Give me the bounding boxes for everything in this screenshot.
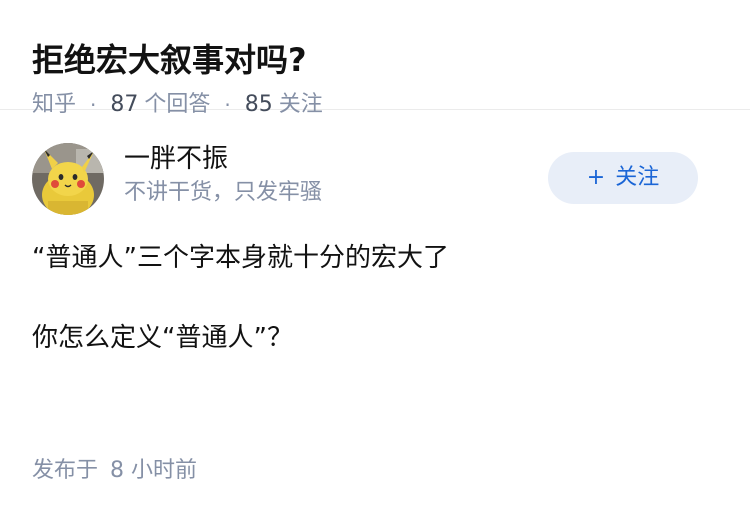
publish-label: 发布于 [32,458,99,483]
answer-content: “普通人”三个字本身就十分的宏大了 你怎么定义“普通人”？ [32,240,718,356]
author-bio: 不讲干货，只发牢骚 [124,180,323,205]
answer-card: 一胖不振 不讲干货，只发牢骚 + 关注 “普通人”三个字本身就十分的宏大了 你怎么… [0,140,750,356]
follow-button[interactable]: + 关注 [548,152,698,204]
question-title[interactable]: 拒绝宏大叙事对吗? [32,38,718,82]
answer-page: 拒绝宏大叙事对吗? 知乎 · 87 个回答 · 85 关注 一胖不振 不讲干货，… [0,0,750,522]
author-info: 一胖不振 不讲干货，只发牢骚 [124,142,322,208]
author-row: 一胖不振 不讲干货，只发牢骚 + 关注 [32,140,718,250]
follower-count[interactable]: 85 [245,90,273,120]
follower-count-label[interactable]: 关注 [279,90,323,120]
pikachu-plush-avatar-icon [32,143,104,215]
meta-separator: · [224,93,231,117]
author-avatar[interactable] [32,143,104,215]
author-name[interactable]: 一胖不振 [124,142,322,176]
publish-time: 发布于 8 小时前 [32,456,197,486]
follow-button-label: 关注 [615,165,660,190]
question-meta: 知乎 · 87 个回答 · 85 关注 [32,90,718,120]
answer-paragraph: 你怎么定义“普通人”？ [32,323,293,353]
plus-icon: + [586,165,606,190]
publish-time-value: 8 小时前 [110,458,198,483]
question-header: 拒绝宏大叙事对吗? 知乎 · 87 个回答 · 85 关注 [0,0,750,117]
meta-separator: · [90,93,97,117]
answer-count-label[interactable]: 个回答 [144,90,210,120]
source-label[interactable]: 知乎 [32,90,76,120]
answer-count[interactable]: 87 [110,90,138,120]
